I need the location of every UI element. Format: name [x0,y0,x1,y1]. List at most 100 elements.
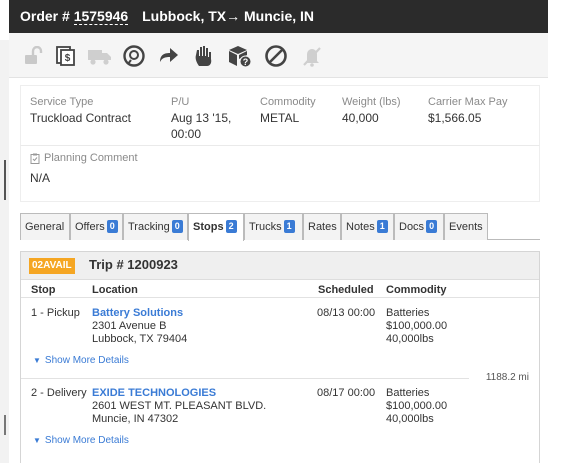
clipboard-icon [30,153,40,164]
tab-count-badge: 0 [426,220,438,233]
tab-label: Trucks [249,221,282,233]
carrier-max-pay-label: Carrier Max Pay [428,96,508,108]
caret-down-icon: ▼ [33,436,41,445]
tab-count-badge: 2 [225,220,237,233]
service-type-value: Truckload Contract [30,111,131,125]
location-cell: Battery Solutions 2301 Avenue B Lubbock,… [92,307,187,346]
pickup-value: Aug 13 '15, 00:00 [171,110,231,142]
tab-trucks[interactable]: Trucks 1 [244,213,303,240]
tab-count-badge: 1 [376,220,388,233]
commodity-label: Commodity [260,96,316,108]
pickup-date: Aug 13 '15, [171,111,232,125]
scheduled-time: 08/13 00:00 [317,307,376,319]
tab-notes[interactable]: Notes 1 [341,213,394,240]
address-line: Lubbock, TX 79404 [92,333,188,345]
column-header-scheduled: Scheduled [318,284,374,296]
location-cell: EXIDE TECHNOLOGIES 2601 WEST MT. PLEASAN… [92,387,266,426]
tab-label: Events [449,221,483,233]
order-number-link[interactable]: 1575946 [73,8,129,25]
tab-label: Tracking [128,221,170,233]
status-badge: 02AVAIL [29,258,75,274]
tab-general[interactable]: General [20,213,70,240]
pickup-field: P/U Aug 13 '15, 00:00 [171,96,231,142]
commodity-name: Batteries [386,307,430,319]
left-sidebar-strip [0,40,9,463]
commodity-field: Commodity METAL [260,96,316,126]
column-header-stop: Stop [31,284,56,296]
mute-icon[interactable] [299,44,325,68]
hold-icon[interactable] [191,44,217,68]
tab-label: Docs [399,221,425,233]
left-sidebar-marker [4,415,6,435]
order-summary: Service Type Truckload Contract P/U Aug … [20,85,540,151]
left-sidebar-marker [4,160,6,200]
tab-label: Stops [193,221,224,233]
order-tabs: General Offers 0 Tracking 0 Stops 2 Trucks 1… [20,213,540,241]
order-route: Lubbock, TX→ Muncie, IN [142,8,315,24]
address-line: Muncie, IN 47302 [92,413,179,425]
weight-field: Weight (lbs) 40,000 [342,96,400,126]
distance-label: 1188.2 mi [485,372,529,383]
tab-events[interactable]: Events [444,213,488,240]
tab-stops[interactable]: Stops 2 [188,213,244,241]
commodity-weight: 40,000lbs [386,413,434,425]
cancel-icon[interactable] [263,44,289,68]
address-line: 2601 WEST MT. PLEASANT BLVD. [92,400,267,412]
column-header-location: Location [92,284,138,296]
package-question-icon[interactable]: ? [227,44,253,68]
commodity-cell: Batteries $100,000.00 40,000lbs [386,307,447,346]
commodity-cell: Batteries $100,000.00 40,000lbs [386,387,447,426]
commodity-weight: 40,000lbs [386,333,434,345]
tab-offers[interactable]: Offers 0 [70,213,123,240]
location-name-link[interactable]: EXIDE TECHNOLOGIES [92,387,266,400]
tab-label: Notes [346,221,375,233]
address-line: 2301 Avenue B [92,320,167,332]
trip-title: Trip # 1200923 [89,257,178,272]
stops-panel: 02AVAIL Trip # 1200923 Stop Location Sch… [20,251,540,463]
tab-tracking[interactable]: Tracking 0 [123,213,188,240]
truck-icon[interactable] [87,44,113,68]
order-prefix: Order # [20,8,70,24]
tab-count-badge: 0 [106,220,118,233]
stop-type: 1 - Pickup [31,307,80,319]
carrier-max-pay-value: $1,566.05 [428,111,482,125]
forward-icon[interactable] [155,44,181,68]
scheduled-time: 08/17 00:00 [317,387,376,399]
planning-comment: Planning Comment N/A [20,145,540,202]
rate-confirmation-icon[interactable]: $ [53,44,79,68]
tab-count-badge: 0 [171,220,183,233]
carrier-max-pay-field: Carrier Max Pay $1,566.05 [428,96,507,126]
caret-down-icon: ▼ [33,356,41,365]
service-type-field: Service Type Truckload Contract [30,96,131,126]
planning-comment-value: N/A [30,171,51,185]
show-more-label: Show More Details [44,435,129,446]
stop-type: 2 - Delivery [31,387,87,399]
row-divider [21,378,469,379]
show-more-details-link[interactable]: ▼ Show More Details [33,435,129,446]
commodity-value: METAL [260,111,300,125]
trip-header: 02AVAIL Trip # 1200923 [21,252,539,280]
weight-label: Weight (lbs) [342,96,401,108]
order-header: Order # 1575946 Lubbock, TX→ Muncie, IN [9,0,548,33]
show-more-details-link[interactable]: ▼ Show More Details [33,355,129,366]
svg-text:?: ? [243,57,249,67]
svg-text:$: $ [65,53,71,64]
show-more-label: Show More Details [44,355,129,366]
tracking-icon[interactable] [121,44,147,68]
tab-label: General [25,221,65,233]
tab-docs[interactable]: Docs 0 [394,213,444,240]
tab-label: Offers [75,221,105,233]
pickup-time: 00:00 [171,127,202,141]
header-divider [21,297,539,298]
weight-value: 40,000 [342,111,379,125]
planning-comment-label: Planning Comment [44,152,138,164]
tab-label: Rates [308,221,337,233]
commodity-value: $100,000.00 [386,400,448,412]
unlock-icon[interactable] [21,44,47,68]
service-type-label: Service Type [30,96,94,108]
tab-count-badge: 1 [283,220,295,233]
pickup-label: P/U [171,96,190,108]
tab-rates[interactable]: Rates [303,213,341,240]
location-name-link[interactable]: Battery Solutions [92,307,187,320]
action-toolbar: $ ? [9,33,548,78]
